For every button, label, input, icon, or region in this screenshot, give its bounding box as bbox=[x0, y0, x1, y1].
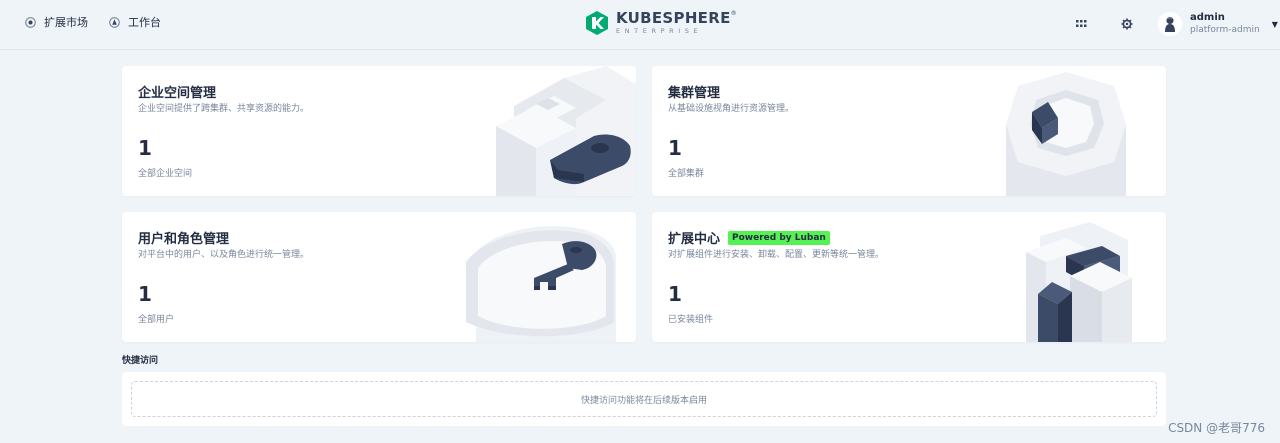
avatar bbox=[1158, 12, 1182, 36]
extension-illustration-icon bbox=[1026, 222, 1132, 342]
watermark: CSDN @老哥776 bbox=[1168, 421, 1265, 435]
user-menu[interactable]: admin platform-admin ▼ bbox=[1158, 12, 1278, 36]
user-role: platform-admin bbox=[1190, 24, 1260, 35]
nav-marketplace-label: 扩展市场 bbox=[44, 16, 88, 29]
card-count: 1 bbox=[138, 136, 152, 160]
workspace-illustration-icon bbox=[496, 66, 636, 196]
quick-access-placeholder: 快捷访问功能将在后续版本启用 bbox=[131, 381, 1157, 417]
marketplace-icon bbox=[24, 16, 36, 28]
logo-registered-mark: ® bbox=[730, 10, 737, 18]
workbench-icon bbox=[108, 16, 120, 28]
card-description: 对平台中的用户、以及角色进行统一管理。 bbox=[138, 250, 310, 260]
clusters-card[interactable]: 集群管理 从基础设施视角进行资源管理。 1 全部集群 bbox=[652, 66, 1166, 196]
card-title: 企业空间管理 bbox=[138, 86, 217, 101]
kubesphere-logo[interactable]: KUBESPHERE® ENTERPRISE bbox=[586, 11, 737, 35]
card-count-label: 全部用户 bbox=[138, 315, 175, 325]
card-count-label: 全部企业空间 bbox=[138, 169, 193, 179]
apps-menu-button[interactable] bbox=[1073, 16, 1089, 32]
quick-access-heading: 快捷访问 bbox=[122, 356, 159, 366]
user-role-illustration-icon bbox=[466, 226, 616, 342]
logo-subtitle: ENTERPRISE bbox=[616, 27, 703, 36]
nav-workbench[interactable]: 工作台 bbox=[108, 14, 161, 30]
card-description: 企业空间提供了跨集群、共享资源的能力。 bbox=[138, 104, 310, 114]
card-count: 1 bbox=[138, 282, 152, 306]
card-title: 用户和角色管理 bbox=[138, 232, 230, 247]
top-header: 扩展市场 工作台 KUBESPHERE® ENTERPRISE admin pl… bbox=[0, 0, 1280, 50]
extensions-card[interactable]: 扩展中心 Powered by Luban 对扩展组件进行安装、卸载、配置、更新… bbox=[652, 212, 1166, 342]
top-nav: 扩展市场 工作台 bbox=[24, 14, 161, 30]
workspaces-card[interactable]: 企业空间管理 企业空间提供了跨集群、共享资源的能力。 1 全部企业空间 bbox=[122, 66, 636, 196]
card-count-label: 已安装组件 bbox=[668, 315, 714, 325]
users-card[interactable]: 用户和角色管理 对平台中的用户、以及角色进行统一管理。 1 全部用户 bbox=[122, 212, 636, 342]
logo-title: KUBESPHERE bbox=[616, 9, 731, 28]
nav-workbench-label: 工作台 bbox=[128, 16, 161, 29]
cluster-illustration-icon bbox=[1006, 72, 1126, 196]
settings-button[interactable] bbox=[1119, 16, 1135, 32]
grid-dots-icon bbox=[1075, 20, 1086, 27]
card-title: 扩展中心 bbox=[668, 232, 721, 247]
card-count: 1 bbox=[668, 282, 682, 306]
nav-marketplace[interactable]: 扩展市场 bbox=[24, 14, 88, 30]
card-count-label: 全部集群 bbox=[668, 169, 705, 179]
quick-access-panel: 快捷访问功能将在后续版本启用 bbox=[122, 372, 1166, 426]
caret-down-icon: ▼ bbox=[1271, 19, 1278, 29]
user-avatar-icon bbox=[1158, 12, 1182, 36]
gear-icon bbox=[1121, 18, 1133, 30]
user-name: admin bbox=[1190, 12, 1225, 24]
quick-access-placeholder-text: 快捷访问功能将在后续版本启用 bbox=[580, 395, 707, 406]
card-title: 集群管理 bbox=[668, 86, 721, 101]
card-description: 对扩展组件进行安装、卸载、配置、更新等统一管理。 bbox=[668, 250, 885, 260]
kubesphere-logo-icon bbox=[586, 11, 608, 35]
powered-by-badge: Powered by Luban bbox=[728, 230, 830, 245]
card-description: 从基础设施视角进行资源管理。 bbox=[668, 104, 795, 114]
card-count: 1 bbox=[668, 136, 682, 160]
